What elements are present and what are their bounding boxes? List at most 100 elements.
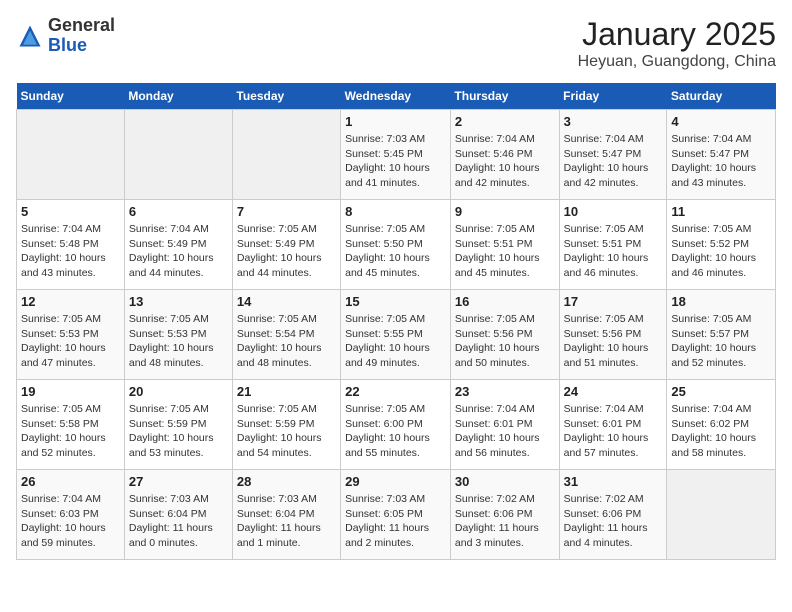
day-number: 28 [237,474,336,489]
calendar-cell: 18Sunrise: 7:05 AM Sunset: 5:57 PM Dayli… [667,290,776,380]
weekday-header-wednesday: Wednesday [341,83,451,110]
day-info: Sunrise: 7:04 AM Sunset: 5:46 PM Dayligh… [455,132,555,191]
calendar-cell: 19Sunrise: 7:05 AM Sunset: 5:58 PM Dayli… [17,380,125,470]
day-number: 26 [21,474,120,489]
calendar-cell: 4 Sunrise: 7:04 AM Sunset: 5:47 PM Daylig… [667,110,776,200]
day-info: Sunrise: 7:05 AM Sunset: 5:51 PM Dayligh… [455,222,555,281]
day-number: 31 [564,474,663,489]
calendar-cell: 26Sunrise: 7:04 AM Sunset: 6:03 PM Dayli… [17,470,125,560]
day-info: Sunrise: 7:02 AM Sunset: 6:06 PM Dayligh… [564,492,663,551]
calendar-cell: 24 Sunrise: 7:04 AM Sunset: 6:01 PM Dayli… [559,380,667,470]
calendar-cell: 28 Sunrise: 7:03 AM Sunset: 6:04 PM Dayli… [232,470,340,560]
title-block: January 2025 Heyuan, Guangdong, China [578,16,776,71]
day-info: Sunrise: 7:05 AM Sunset: 5:56 PM Dayligh… [455,312,555,371]
day-number: 10 [564,204,663,219]
day-info: Sunrise: 7:03 AM Sunset: 6:04 PM Dayligh… [129,492,228,551]
calendar-cell: 15 Sunrise: 7:05 AM Sunset: 5:55 PM Dayli… [341,290,451,380]
weekday-header-saturday: Saturday [667,83,776,110]
calendar-cell [232,110,340,200]
calendar-cell: 14 Sunrise: 7:05 AM Sunset: 5:54 PM Dayli… [232,290,340,380]
calendar-cell: 16 Sunrise: 7:05 AM Sunset: 5:56 PM Dayli… [450,290,559,380]
calendar-cell [667,470,776,560]
calendar-cell: 1 Sunrise: 7:03 AM Sunset: 5:45 PM Daylig… [341,110,451,200]
weekday-header-sunday: Sunday [17,83,125,110]
day-info: Sunrise: 7:02 AM Sunset: 6:06 PM Dayligh… [455,492,555,551]
calendar-cell: 11 Sunrise: 7:05 AM Sunset: 5:52 PM Dayli… [667,200,776,290]
calendar-cell: 20 Sunrise: 7:05 AM Sunset: 5:59 PM Dayli… [124,380,232,470]
week-row-2: 5 Sunrise: 7:04 AM Sunset: 5:48 PM Daylig… [17,200,776,290]
day-number: 15 [345,294,446,309]
calendar-cell: 3 Sunrise: 7:04 AM Sunset: 5:47 PM Daylig… [559,110,667,200]
day-number: 23 [455,384,555,399]
calendar-cell: 8 Sunrise: 7:05 AM Sunset: 5:50 PM Daylig… [341,200,451,290]
day-number: 24 [564,384,663,399]
day-info: Sunrise: 7:05 AM Sunset: 5:52 PM Dayligh… [671,222,771,281]
day-number: 27 [129,474,228,489]
day-info: Sunrise: 7:03 AM Sunset: 6:04 PM Dayligh… [237,492,336,551]
calendar-cell: 17 Sunrise: 7:05 AM Sunset: 5:56 PM Dayli… [559,290,667,380]
weekday-header-row: SundayMondayTuesdayWednesdayThursdayFrid… [17,83,776,110]
day-number: 6 [129,204,228,219]
day-number: 16 [455,294,555,309]
calendar-cell: 9 Sunrise: 7:05 AM Sunset: 5:51 PM Daylig… [450,200,559,290]
day-number: 19 [21,384,120,399]
calendar-cell: 6 Sunrise: 7:04 AM Sunset: 5:49 PM Daylig… [124,200,232,290]
day-info: Sunrise: 7:05 AM Sunset: 5:51 PM Dayligh… [564,222,663,281]
day-info: Sunrise: 7:05 AM Sunset: 5:53 PM Dayligh… [129,312,228,371]
week-row-4: 19Sunrise: 7:05 AM Sunset: 5:58 PM Dayli… [17,380,776,470]
day-number: 9 [455,204,555,219]
logo-text: General Blue [48,16,115,56]
day-info: Sunrise: 7:05 AM Sunset: 5:59 PM Dayligh… [237,402,336,461]
day-info: Sunrise: 7:04 AM Sunset: 6:01 PM Dayligh… [564,402,663,461]
weekday-header-thursday: Thursday [450,83,559,110]
calendar-cell: 13 Sunrise: 7:05 AM Sunset: 5:53 PM Dayli… [124,290,232,380]
day-info: Sunrise: 7:05 AM Sunset: 5:55 PM Dayligh… [345,312,446,371]
day-number: 14 [237,294,336,309]
day-number: 20 [129,384,228,399]
calendar-cell: 29Sunrise: 7:03 AM Sunset: 6:05 PM Dayli… [341,470,451,560]
calendar-cell: 10 Sunrise: 7:05 AM Sunset: 5:51 PM Dayli… [559,200,667,290]
day-info: Sunrise: 7:05 AM Sunset: 5:53 PM Dayligh… [21,312,120,371]
calendar-cell: 5 Sunrise: 7:04 AM Sunset: 5:48 PM Daylig… [17,200,125,290]
day-number: 17 [564,294,663,309]
day-number: 2 [455,114,555,129]
day-number: 22 [345,384,446,399]
day-info: Sunrise: 7:05 AM Sunset: 6:00 PM Dayligh… [345,402,446,461]
day-info: Sunrise: 7:03 AM Sunset: 5:45 PM Dayligh… [345,132,446,191]
day-info: Sunrise: 7:05 AM Sunset: 5:56 PM Dayligh… [564,312,663,371]
calendar-cell: 27 Sunrise: 7:03 AM Sunset: 6:04 PM Dayli… [124,470,232,560]
calendar-cell: 12 Sunrise: 7:05 AM Sunset: 5:53 PM Dayli… [17,290,125,380]
day-number: 11 [671,204,771,219]
day-info: Sunrise: 7:04 AM Sunset: 5:49 PM Dayligh… [129,222,228,281]
day-number: 12 [21,294,120,309]
day-number: 7 [237,204,336,219]
day-info: Sunrise: 7:04 AM Sunset: 5:47 PM Dayligh… [564,132,663,191]
calendar-cell: 22 Sunrise: 7:05 AM Sunset: 6:00 PM Dayli… [341,380,451,470]
day-number: 8 [345,204,446,219]
day-number: 30 [455,474,555,489]
day-number: 1 [345,114,446,129]
day-info: Sunrise: 7:05 AM Sunset: 5:54 PM Dayligh… [237,312,336,371]
calendar-cell: 23 Sunrise: 7:04 AM Sunset: 6:01 PM Dayli… [450,380,559,470]
week-row-5: 26Sunrise: 7:04 AM Sunset: 6:03 PM Dayli… [17,470,776,560]
day-info: Sunrise: 7:04 AM Sunset: 5:48 PM Dayligh… [21,222,120,281]
day-number: 13 [129,294,228,309]
day-number: 4 [671,114,771,129]
day-number: 5 [21,204,120,219]
day-info: Sunrise: 7:03 AM Sunset: 6:05 PM Dayligh… [345,492,446,551]
logo: General Blue [16,16,115,56]
day-number: 21 [237,384,336,399]
day-info: Sunrise: 7:04 AM Sunset: 6:02 PM Dayligh… [671,402,771,461]
day-number: 3 [564,114,663,129]
page-header: General Blue January 2025 Heyuan, Guangd… [16,16,776,71]
day-info: Sunrise: 7:05 AM Sunset: 5:59 PM Dayligh… [129,402,228,461]
calendar-cell: 21 Sunrise: 7:05 AM Sunset: 5:59 PM Dayli… [232,380,340,470]
day-info: Sunrise: 7:05 AM Sunset: 5:57 PM Dayligh… [671,312,771,371]
day-info: Sunrise: 7:05 AM Sunset: 5:50 PM Dayligh… [345,222,446,281]
logo-icon [16,22,44,50]
weekday-header-friday: Friday [559,83,667,110]
day-info: Sunrise: 7:04 AM Sunset: 6:01 PM Dayligh… [455,402,555,461]
weekday-header-monday: Monday [124,83,232,110]
day-info: Sunrise: 7:04 AM Sunset: 5:47 PM Dayligh… [671,132,771,191]
calendar-table: SundayMondayTuesdayWednesdayThursdayFrid… [16,83,776,560]
